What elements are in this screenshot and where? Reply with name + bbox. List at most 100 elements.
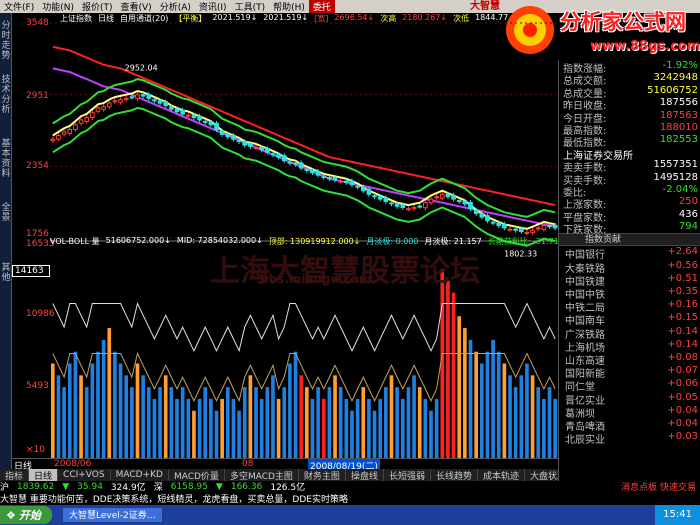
indicator-tab[interactable]: CCI+VOS <box>58 470 111 480</box>
stock-row[interactable]: 广深铁路 +0.14 <box>559 326 700 341</box>
stock-row[interactable]: 中国铁建 +0.51 <box>559 273 700 288</box>
price-axis-label: 1756 <box>26 229 49 239</box>
start-button[interactable]: ❖ 开始 <box>0 506 52 524</box>
stock-row[interactable]: 中铁二局 +0.16 <box>559 299 700 314</box>
volume-bar <box>496 351 501 458</box>
volume-bar <box>423 398 428 458</box>
index-name: 上证指数 <box>60 14 92 23</box>
candle <box>439 193 445 199</box>
stock-change: +0.04 <box>667 417 698 429</box>
side-tab[interactable]: 技术分析 <box>0 75 12 115</box>
indicator-tab[interactable]: MACD价量 <box>169 468 225 482</box>
sh-change: 35.94 <box>77 481 103 492</box>
candle <box>518 228 524 233</box>
candle <box>84 117 90 122</box>
candle <box>372 195 377 198</box>
period-label: 日线 <box>98 14 114 23</box>
stock-row[interactable]: 中国银行 +2.64 <box>559 246 700 261</box>
indicator-tab[interactable]: 日线 <box>29 468 59 482</box>
stock-row[interactable]: 青岛啤酒 +0.04 <box>559 417 700 433</box>
volume-axis-label: ×10 <box>26 445 45 455</box>
candle <box>445 193 451 198</box>
menu-item[interactable]: 功能(N) <box>38 0 78 13</box>
menu-item[interactable]: 委托 <box>308 0 335 13</box>
candle <box>451 194 456 200</box>
stock-row[interactable]: 大秦铁路 +0.56 <box>559 260 700 275</box>
candle <box>502 223 507 229</box>
stat-row: 下跌家数: 794 <box>559 221 700 236</box>
volume-upper-band <box>52 302 556 353</box>
menu-item[interactable]: 分析(A) <box>156 0 195 13</box>
stock-row[interactable]: 晋亿实业 +0.05 <box>559 392 700 407</box>
volume-bar <box>113 351 117 458</box>
menu-item[interactable]: 报价(T) <box>78 0 117 13</box>
news-ticker[interactable]: 大智慧 重要功能何苦，DDE决策系统，短线精灵，龙虎看盘，买卖总量，DDE实时策… <box>0 492 700 504</box>
stock-row[interactable]: 国阳新能 +0.07 <box>559 365 700 380</box>
stat-value: 51606752 <box>647 84 698 96</box>
candle <box>163 101 169 107</box>
volume-bar <box>344 398 349 458</box>
volume-bar <box>51 363 55 458</box>
stat-row: 卖卖手数: 1557351 <box>559 159 700 174</box>
menu-item[interactable]: 帮助(H) <box>269 0 309 13</box>
candle <box>513 228 518 231</box>
windows-logo-icon: ❖ <box>6 508 16 522</box>
indicator-tab[interactable]: 财务主图 <box>299 468 346 482</box>
side-tab[interactable]: 其他 <box>0 263 12 283</box>
candle <box>90 112 95 119</box>
exchange-row: 上海证券交易所 <box>559 147 700 162</box>
date-month: 08 <box>242 459 254 469</box>
volume-bar <box>468 339 473 458</box>
stock-row[interactable]: 山东高速 +0.08 <box>559 352 700 367</box>
menu-item[interactable]: 工具(T) <box>231 0 270 13</box>
index-info-panel: 指数涨幅: -1.92% 总成交额: 3242948 总成交量: 51606752 昨日收盘… <box>558 60 700 481</box>
candle <box>73 124 78 131</box>
candle <box>112 100 118 103</box>
taskbar: ❖ 开始 大智慧Level-2证券… 15:41 <box>0 505 700 525</box>
side-tab[interactable]: 分时走势 <box>0 21 12 61</box>
indicator-tab[interactable]: 操盘线 <box>346 468 384 482</box>
volume-bar <box>417 387 422 458</box>
candle <box>248 143 253 147</box>
candle <box>468 201 473 210</box>
stock-change: +0.15 <box>667 312 698 324</box>
stat-row: 最低指数: 182553 <box>559 134 700 149</box>
stock-row[interactable]: 中国南车 +0.15 <box>559 312 700 327</box>
side-tab[interactable]: 基本资料 <box>0 139 12 179</box>
contribution-list: 中国银行 +2.64 大秦铁路 +0.56 中国铁建 +0.51 中国中铁 +0.35 中铁二局… <box>559 246 700 446</box>
stock-row[interactable]: 上海机场 +0.14 <box>559 339 700 354</box>
volume-bar <box>73 351 78 458</box>
stock-row[interactable]: 同仁堂 +0.06 <box>559 378 700 393</box>
stat-row: 今日开盘: 187563 <box>559 110 700 125</box>
candle <box>225 133 231 138</box>
candle <box>349 180 355 186</box>
volume-bar <box>271 375 275 458</box>
side-tab[interactable]: 全景 <box>0 203 12 223</box>
indicator-tab[interactable]: 长线趋势 <box>431 468 478 482</box>
candle <box>281 155 287 162</box>
indicator-tab[interactable]: 成本轨迹 <box>478 468 525 482</box>
volume-bar <box>513 387 518 458</box>
volume-bar <box>130 387 134 458</box>
stock-row[interactable]: 北辰实业 +0.03 <box>559 431 700 446</box>
volume-bar <box>547 387 552 458</box>
candle <box>456 200 462 203</box>
volume-bar <box>310 398 315 458</box>
volume-bar <box>276 398 281 458</box>
indicator-tab[interactable]: 长短强弱 <box>384 468 431 482</box>
indicator-tab[interactable]: MACD+KD <box>111 470 169 480</box>
candle <box>479 213 485 218</box>
stock-row[interactable]: 中国中铁 +0.35 <box>559 286 700 301</box>
menu-item[interactable]: 查看(V) <box>117 0 156 13</box>
candle <box>208 121 214 126</box>
candle <box>118 99 123 103</box>
candle <box>383 197 389 203</box>
menu-item[interactable]: 文件(F) <box>0 0 38 13</box>
volume-bar <box>434 398 439 458</box>
taskbar-app-button[interactable]: 大智慧Level-2证券… <box>62 507 163 523</box>
candle <box>95 107 101 112</box>
menu-item[interactable]: 资讯(I) <box>195 0 231 13</box>
volume-bar <box>463 328 467 458</box>
volume-bar <box>479 363 484 458</box>
stock-row[interactable]: 葛洲坝 +0.04 <box>559 405 700 420</box>
